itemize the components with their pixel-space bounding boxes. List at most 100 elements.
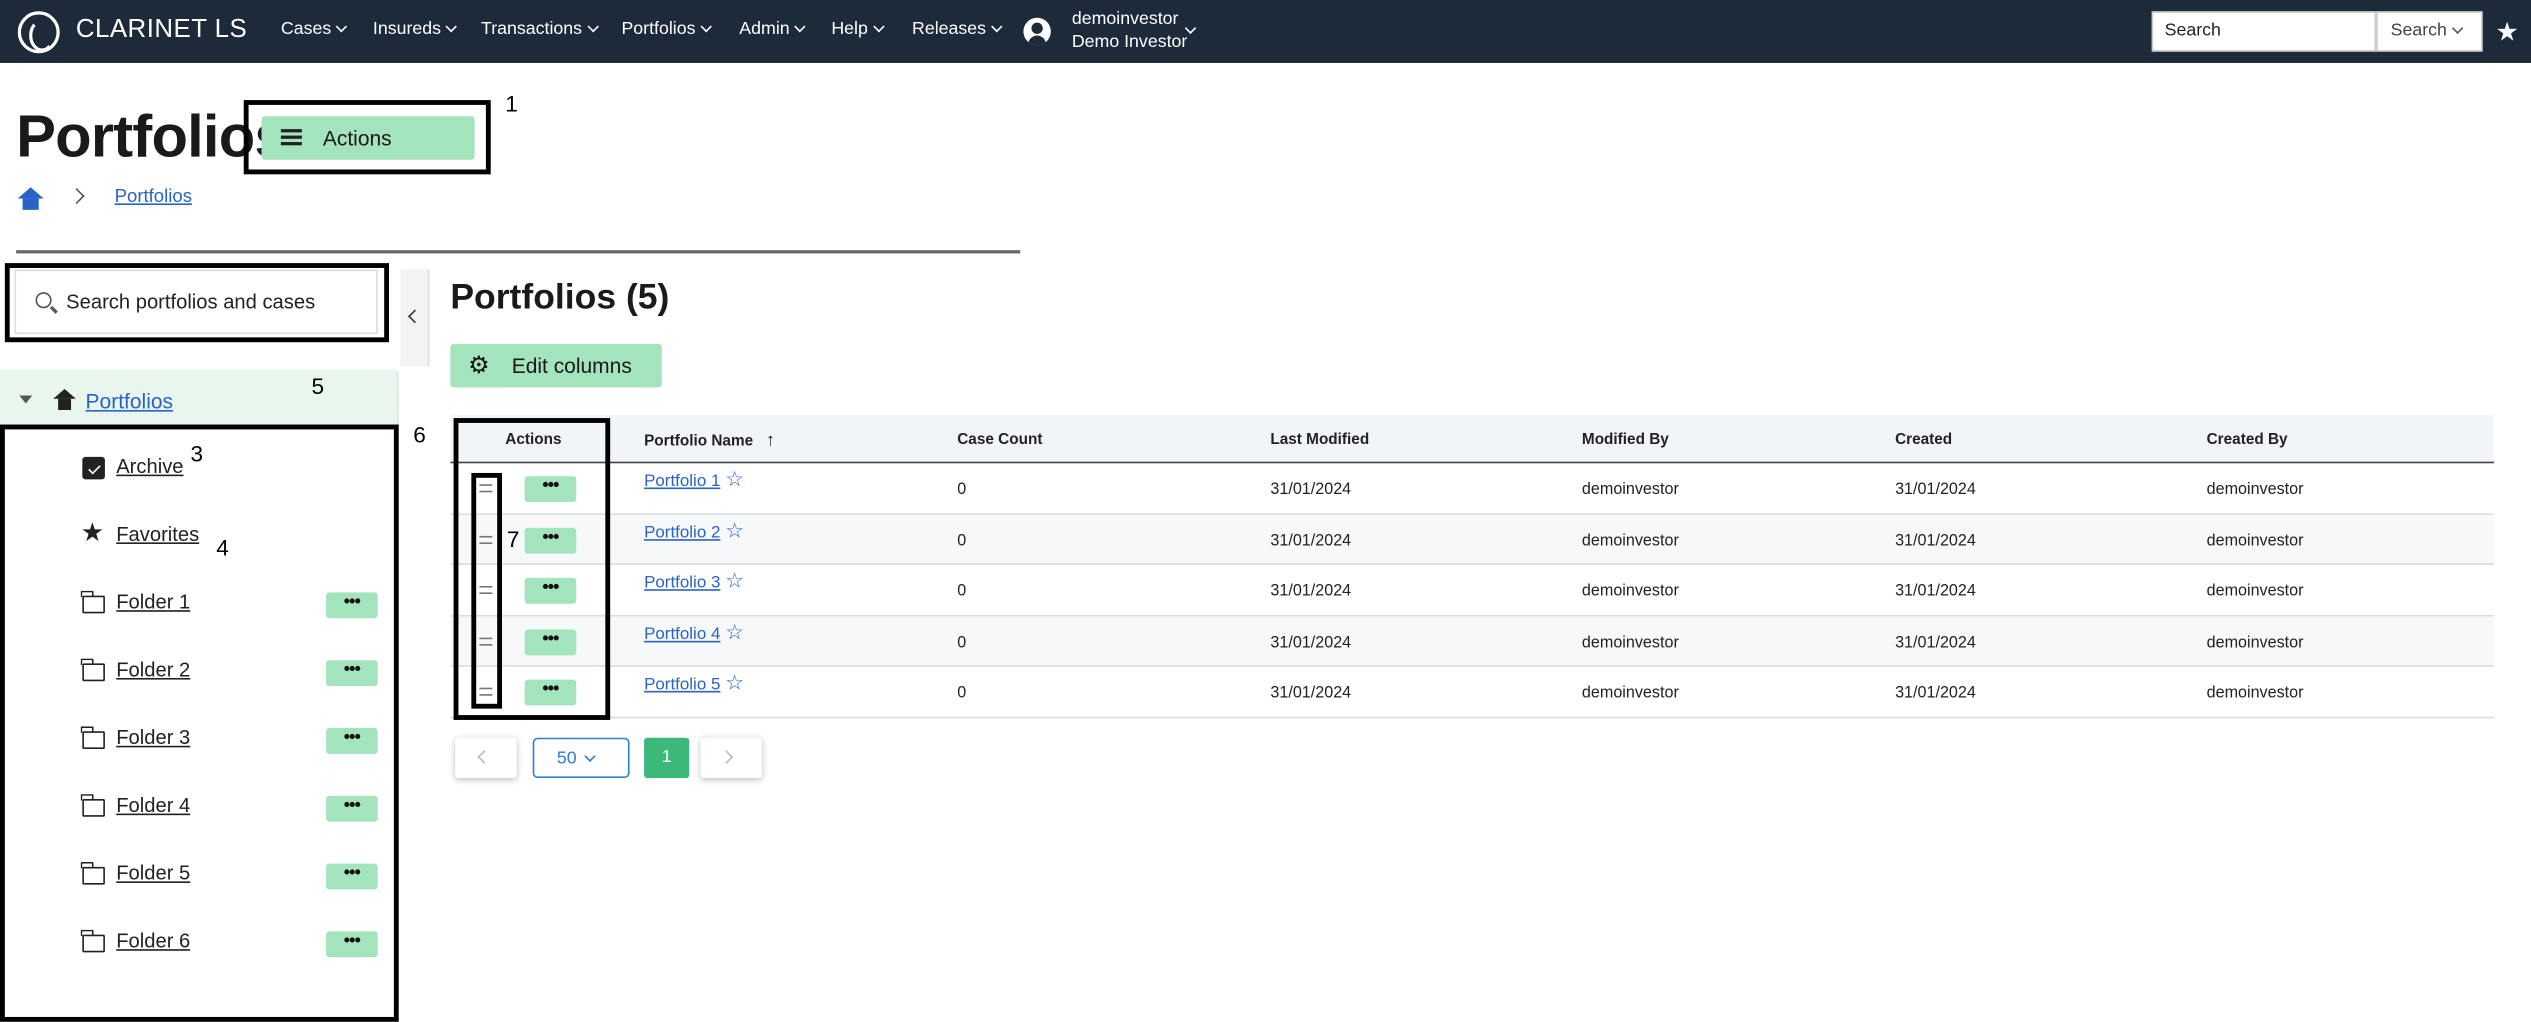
- folder-more-button[interactable]: •••: [326, 660, 378, 687]
- cell-case-count: 0: [957, 684, 967, 703]
- cell-created: 31/01/2024: [1895, 531, 1976, 550]
- username: demoinvestor: [1071, 9, 1179, 30]
- annotation-label: 1: [505, 90, 518, 117]
- cell-created: 31/01/2024: [1895, 633, 1976, 652]
- breadcrumb-portfolios[interactable]: Portfolios: [115, 187, 192, 206]
- chevron-down-icon: [335, 20, 348, 33]
- global-search-input[interactable]: Search: [2151, 11, 2377, 52]
- table-row: ••• Portfolio 5 ☆ 0 31/01/2024 demoinvest…: [450, 667, 2494, 718]
- annotation-box-7: [471, 472, 503, 709]
- star-outline-icon[interactable]: ☆: [725, 467, 744, 493]
- page-number-current[interactable]: 1: [644, 737, 690, 779]
- divider: [16, 250, 1021, 254]
- tree-item-label[interactable]: Favorites: [116, 523, 199, 546]
- tree-item-label[interactable]: Folder 4: [116, 794, 190, 817]
- star-outline-icon[interactable]: ☆: [725, 568, 744, 594]
- sort-asc-icon[interactable]: ↑: [766, 431, 775, 450]
- global-search-button[interactable]: Search: [2376, 11, 2483, 52]
- portfolio-link[interactable]: Portfolio 1 ☆: [644, 467, 744, 493]
- tree-root-link[interactable]: Portfolios: [86, 389, 173, 413]
- table-row: ••• Portfolio 1 ☆ 0 31/01/2024 demoinvest…: [450, 463, 2494, 515]
- cell-last-modified: 31/01/2024: [1270, 633, 1352, 652]
- nav-admin[interactable]: Admin: [739, 19, 806, 39]
- tree-item-favorites[interactable]: ★ Favorites: [81, 518, 388, 557]
- nav-insureds[interactable]: Insureds: [373, 19, 458, 39]
- cell-last-modified: 31/01/2024: [1270, 481, 1352, 499]
- cell-created: 31/01/2024: [1895, 582, 1976, 601]
- cell-case-count: 0: [957, 633, 967, 652]
- portfolio-link[interactable]: Portfolio 2 ☆: [644, 517, 744, 543]
- logo-icon[interactable]: [17, 11, 60, 54]
- chevron-left-icon: [408, 309, 422, 324]
- folder-icon: [81, 794, 105, 817]
- folder-more-button[interactable]: •••: [326, 863, 378, 890]
- cell-last-modified: 31/01/2024: [1270, 582, 1352, 601]
- chevron-down-icon: [586, 20, 599, 33]
- caret-down-icon[interactable]: [19, 395, 33, 404]
- folder-more-button[interactable]: •••: [326, 795, 378, 822]
- chevron-down-icon: [794, 20, 806, 33]
- user-menu[interactable]: demoinvestor Demo Investor: [1072, 8, 1187, 53]
- cell-modified-by: demoinvestor: [1581, 684, 1679, 703]
- folder-icon: [81, 590, 105, 614]
- prev-page-button[interactable]: [455, 737, 517, 779]
- folder-icon: [81, 861, 105, 885]
- chevron-right-icon: [719, 750, 734, 764]
- nav-releases[interactable]: Releases: [912, 19, 1003, 39]
- tree-root-portfolios[interactable]: Portfolios: [0, 369, 398, 430]
- main-title: Portfolios (5): [450, 276, 670, 317]
- actions-button[interactable]: Actions: [261, 116, 475, 160]
- chevron-left-icon: [477, 750, 492, 764]
- cell-last-modified: 31/01/2024: [1270, 684, 1352, 703]
- collapse-sidebar-button[interactable]: [400, 269, 430, 367]
- nav-help[interactable]: Help: [831, 19, 885, 39]
- top-nav: CLARINET LS Cases Insureds Transactions …: [0, 0, 2531, 63]
- col-case-count[interactable]: Case Count: [957, 431, 1042, 449]
- favorites-star-icon[interactable]: ★: [2496, 16, 2519, 48]
- gear-icon: ⚙: [468, 351, 490, 380]
- page-size-select[interactable]: 50: [532, 737, 630, 779]
- tree-item-archive[interactable]: Archive: [81, 450, 388, 489]
- annotation-label: 5: [311, 372, 325, 399]
- annotation-label: 4: [216, 534, 229, 561]
- chevron-down-icon: [584, 750, 597, 762]
- annotation-label: 7: [506, 526, 520, 553]
- tree-item-label[interactable]: Folder 1: [116, 591, 190, 614]
- portfolio-link[interactable]: Portfolio 5 ☆: [644, 670, 744, 696]
- col-modified-by[interactable]: Modified By: [1582, 431, 1669, 449]
- folder-icon: [81, 726, 105, 749]
- star-outline-icon[interactable]: ☆: [725, 670, 744, 696]
- col-last-modified[interactable]: Last Modified: [1270, 431, 1369, 449]
- chevron-down-icon: [2451, 22, 2464, 34]
- annotation-label: 3: [190, 440, 204, 467]
- chevron-down-icon: [990, 20, 1003, 33]
- user-avatar-icon[interactable]: [1023, 17, 1051, 46]
- col-created[interactable]: Created: [1895, 431, 1952, 449]
- edit-columns-button[interactable]: ⚙ Edit columns: [450, 343, 662, 388]
- portfolio-link[interactable]: Portfolio 3 ☆: [644, 568, 744, 594]
- nav-transactions[interactable]: Transactions: [481, 19, 599, 39]
- cell-created-by: demoinvestor: [2206, 684, 2304, 703]
- tree-item-label[interactable]: Folder 3: [116, 726, 190, 749]
- tree-item-label[interactable]: Folder 5: [116, 862, 190, 885]
- star-outline-icon[interactable]: ☆: [725, 517, 744, 543]
- star-outline-icon[interactable]: ☆: [725, 619, 744, 645]
- next-page-button[interactable]: [700, 737, 762, 779]
- folder-more-button[interactable]: •••: [326, 728, 378, 754]
- sidebar-search-input[interactable]: Search portfolios and cases: [14, 269, 378, 335]
- folder-more-button[interactable]: •••: [326, 931, 378, 958]
- col-portfolio-name[interactable]: Portfolio Name ↑: [644, 431, 775, 450]
- chevron-down-icon: [700, 20, 712, 33]
- tree-item-label[interactable]: Archive: [116, 455, 183, 478]
- cell-modified-by: demoinvestor: [1581, 481, 1679, 499]
- tree-item-label[interactable]: Folder 6: [116, 930, 190, 953]
- portfolio-link[interactable]: Portfolio 4 ☆: [644, 619, 744, 645]
- nav-portfolios[interactable]: Portfolios: [621, 19, 712, 39]
- tree-item-label[interactable]: Folder 2: [116, 659, 190, 682]
- home-icon[interactable]: [17, 187, 44, 210]
- user-display-name: Demo Investor: [1071, 32, 1188, 52]
- nav-cases[interactable]: Cases: [281, 19, 348, 39]
- folder-more-button[interactable]: •••: [326, 592, 378, 619]
- col-created-by[interactable]: Created By: [2207, 431, 2288, 449]
- brand-name[interactable]: CLARINET LS: [76, 16, 247, 45]
